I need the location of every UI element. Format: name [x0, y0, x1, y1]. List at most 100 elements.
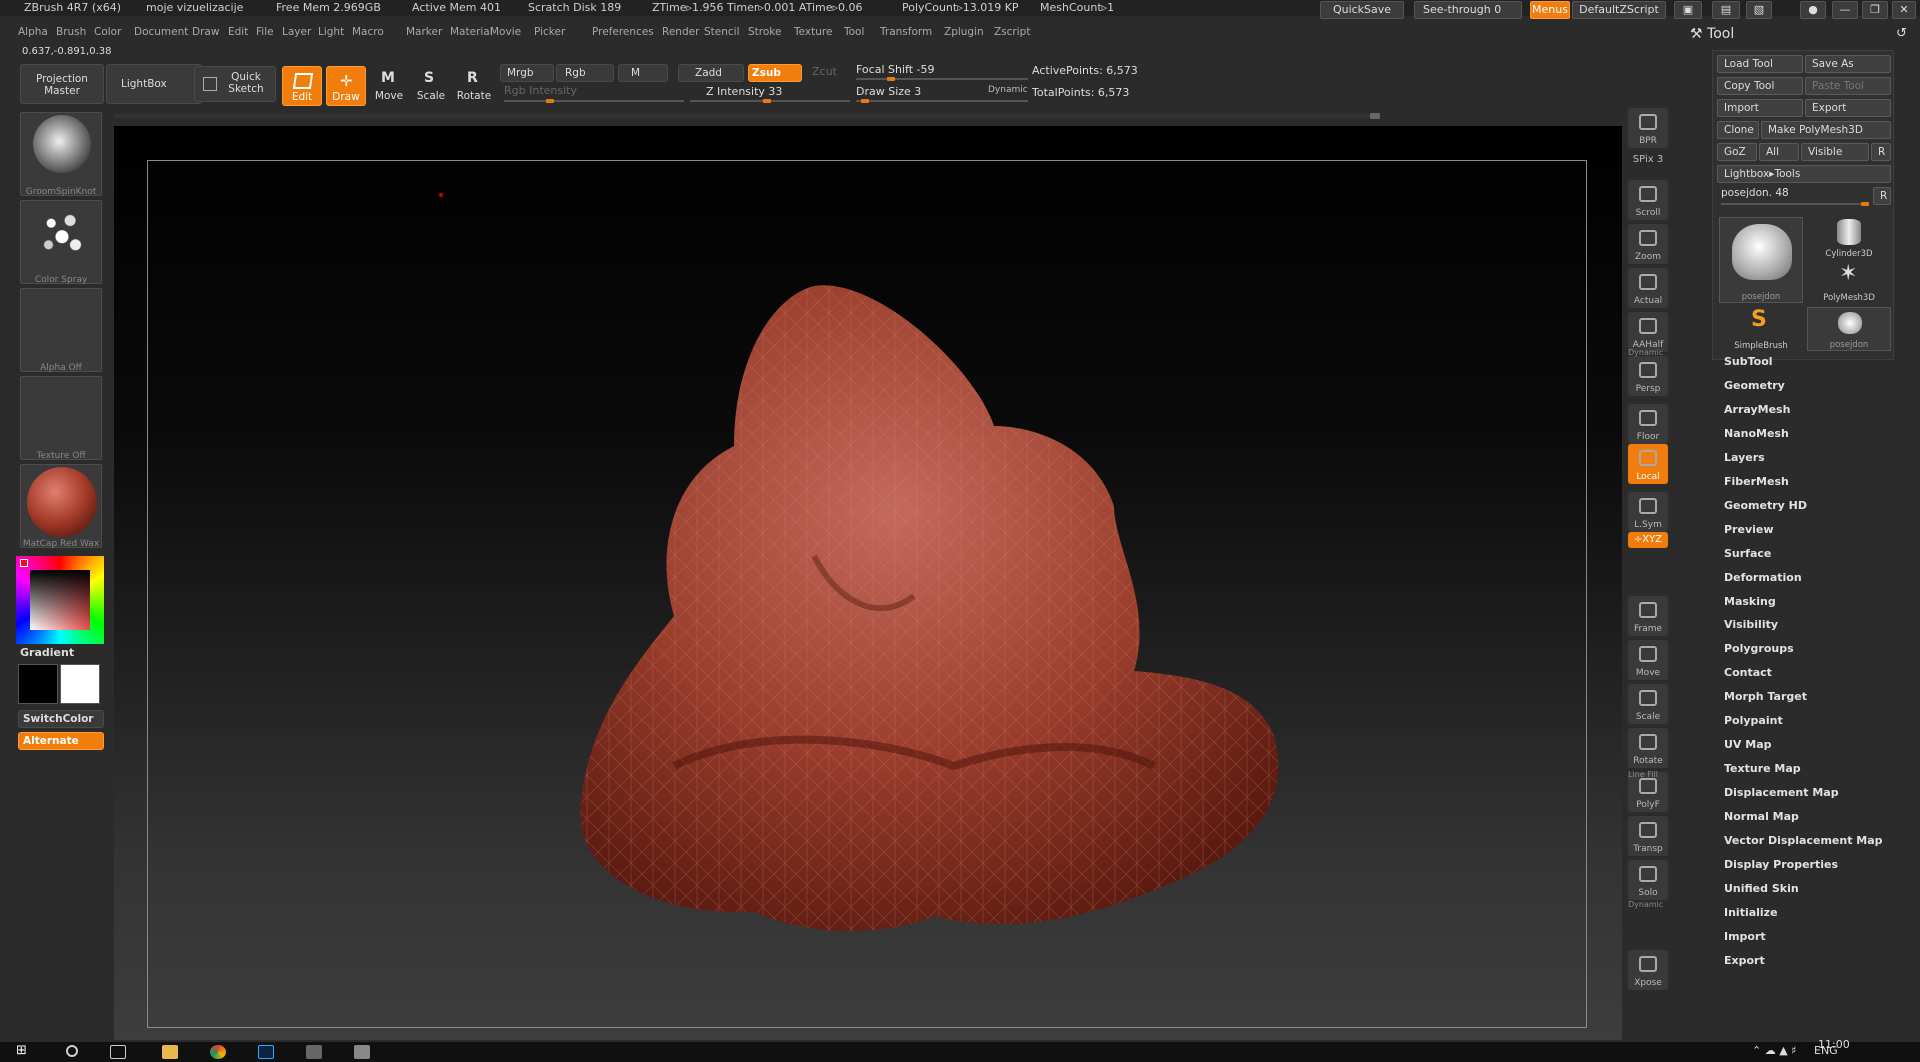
tool-menu-contact[interactable]: Contact: [1724, 666, 1772, 679]
menu-preferences[interactable]: Preferences: [592, 26, 654, 38]
main-color-swatch[interactable]: [18, 664, 58, 704]
xyz-button[interactable]: ÷XYZ: [1628, 532, 1668, 548]
import-tool-button[interactable]: Import: [1717, 99, 1803, 117]
move-button[interactable]: Move: [1628, 640, 1668, 680]
lightbox-tools-button[interactable]: Lightbox▸Tools: [1717, 165, 1891, 183]
restore-icon[interactable]: ❐: [1862, 1, 1888, 19]
menu-layer[interactable]: Layer: [282, 26, 311, 38]
tool-menu-nanomesh[interactable]: NanoMesh: [1724, 427, 1789, 440]
rgb-intensity-slider[interactable]: Rgb Intensity: [504, 84, 577, 97]
seethrough-slider[interactable]: See-through 0: [1414, 1, 1522, 19]
local-button[interactable]: Local: [1628, 444, 1668, 484]
menu-document[interactable]: Document: [134, 26, 188, 38]
stroke-thumbnail[interactable]: Color Spray: [20, 200, 102, 285]
m-button[interactable]: M: [618, 64, 668, 82]
menu-stroke[interactable]: Stroke: [748, 26, 781, 38]
projection-master-button[interactable]: Projection Master: [20, 64, 104, 104]
menu-picker[interactable]: Picker: [534, 26, 565, 38]
texture-thumbnail[interactable]: Texture Off: [20, 376, 102, 461]
tool-thumb-simplebrush[interactable]: S SimpleBrush: [1719, 307, 1803, 351]
tray-icons[interactable]: ⌃ ☁ ▲ ♯: [1752, 1044, 1797, 1057]
tool-menu-preview[interactable]: Preview: [1724, 523, 1774, 536]
xpose-button[interactable]: Xpose: [1628, 950, 1668, 990]
draw-size-track[interactable]: [856, 99, 1028, 103]
quicksave-button[interactable]: QuickSave: [1320, 1, 1404, 19]
dynamic-toggle[interactable]: Dynamic: [1628, 348, 1663, 357]
mrgb-button[interactable]: Mrgb: [500, 64, 554, 82]
current-tool-handle[interactable]: [1861, 202, 1869, 206]
draw-size-slider[interactable]: Draw Size 3: [856, 85, 921, 98]
zsub-button[interactable]: Zsub: [748, 64, 802, 82]
persp-button[interactable]: Persp: [1628, 356, 1668, 396]
menu-alpha[interactable]: Alpha: [18, 26, 48, 38]
bpr-button[interactable]: BPR: [1628, 108, 1668, 148]
tool-menu-displacement-map[interactable]: Displacement Map: [1724, 786, 1839, 799]
tool-menu-arraymesh[interactable]: ArrayMesh: [1724, 403, 1790, 416]
menu-color[interactable]: Color: [94, 26, 121, 38]
gradient-label[interactable]: Gradient: [20, 646, 74, 659]
menu-light[interactable]: Light: [318, 26, 344, 38]
tool-menu-normal-map[interactable]: Normal Map: [1724, 810, 1799, 823]
z-intensity-handle[interactable]: [762, 99, 771, 103]
photoshop-icon[interactable]: [258, 1045, 274, 1059]
export-tool-button[interactable]: Export: [1805, 99, 1891, 117]
clock-time[interactable]: 11:00: [1818, 1038, 1850, 1051]
menu-draw[interactable]: Draw: [192, 26, 219, 38]
toolbar-scroll-track[interactable]: [114, 113, 1380, 119]
make-polymesh-button[interactable]: Make PolyMesh3D: [1761, 121, 1891, 139]
tool-menu-uv-map[interactable]: UV Map: [1724, 738, 1772, 751]
frame-button[interactable]: Frame: [1628, 596, 1668, 636]
solo-button[interactable]: Solo: [1628, 860, 1668, 900]
move-button[interactable]: M Move: [370, 66, 408, 106]
menu-transform[interactable]: Transform: [880, 26, 932, 38]
tool-menu-geometry[interactable]: Geometry: [1724, 379, 1785, 392]
transp-button[interactable]: Transp: [1628, 816, 1668, 856]
lock-icon[interactable]: ●: [1800, 1, 1826, 19]
task-view-icon[interactable]: [110, 1045, 126, 1059]
r-reset-button[interactable]: R: [1873, 187, 1891, 205]
menu-tool[interactable]: Tool: [844, 26, 864, 38]
spix-button[interactable]: SPix 3: [1628, 152, 1668, 176]
visible-button[interactable]: Visible: [1801, 143, 1869, 161]
menu-texture[interactable]: Texture: [794, 26, 832, 38]
minimize-icon[interactable]: —: [1832, 1, 1858, 19]
toolbar-scroll-handle[interactable]: [1370, 113, 1380, 119]
tool-menu-masking[interactable]: Masking: [1724, 595, 1776, 608]
rotate-button[interactable]: Rotate: [1628, 728, 1668, 768]
tool-menu-deformation[interactable]: Deformation: [1724, 571, 1802, 584]
chrome-icon[interactable]: [210, 1045, 226, 1059]
menu-edit[interactable]: Edit: [228, 26, 248, 38]
tool-menu-texture-map[interactable]: Texture Map: [1724, 762, 1801, 775]
defaultzscript-button[interactable]: DefaultZScript: [1572, 1, 1666, 19]
panel-layout-icon[interactable]: ▧: [1746, 1, 1772, 19]
lightbox-button[interactable]: LightBox: [106, 64, 202, 104]
menu-brush[interactable]: Brush: [56, 26, 86, 38]
zadd-button[interactable]: Zadd: [678, 64, 744, 82]
tool-menu-subtool[interactable]: SubTool: [1724, 355, 1773, 368]
rgb-intensity-handle[interactable]: [546, 99, 554, 103]
tool-thumb-cylinder[interactable]: Cylinder3D: [1807, 217, 1891, 259]
rgb-button[interactable]: Rgb: [556, 64, 614, 82]
scale-button[interactable]: Scale: [1628, 684, 1668, 724]
menu-zscript[interactable]: Zscript: [994, 26, 1030, 38]
menu-material[interactable]: Material: [450, 26, 493, 38]
focal-shift-slider[interactable]: Focal Shift -59: [856, 63, 934, 76]
secondary-color-swatch[interactable]: [60, 664, 100, 704]
tool-menu-fibermesh[interactable]: FiberMesh: [1724, 475, 1789, 488]
rgb-intensity-track[interactable]: [504, 99, 684, 103]
layout-toggle-icon[interactable]: ▣: [1674, 1, 1702, 19]
tool-menu-initialize[interactable]: Initialize: [1724, 906, 1778, 919]
window-layout-icon[interactable]: ▤: [1712, 1, 1740, 19]
focal-shift-track[interactable]: [856, 77, 1028, 81]
material-thumbnail[interactable]: MatCap Red Wax: [20, 464, 102, 549]
r-button[interactable]: R: [1871, 143, 1891, 161]
tool-menu-layers[interactable]: Layers: [1724, 451, 1765, 464]
menu-render[interactable]: Render: [662, 26, 699, 38]
tool-menu-vector-displacement-map[interactable]: Vector Displacement Map: [1724, 834, 1883, 847]
menu-movie[interactable]: Movie: [490, 26, 521, 38]
lsym-button[interactable]: L.Sym: [1628, 492, 1668, 532]
tool-menu-polygroups[interactable]: Polygroups: [1724, 642, 1794, 655]
menu-marker[interactable]: Marker: [406, 26, 442, 38]
load-tool-button[interactable]: Load Tool: [1717, 55, 1803, 73]
brush-thumbnail[interactable]: GroomSpinKnot: [20, 112, 102, 197]
